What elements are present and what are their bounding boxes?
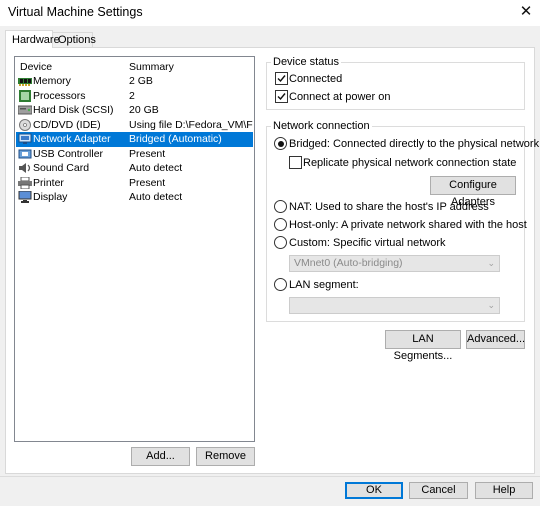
device-summary: 2 (129, 89, 135, 102)
column-header-summary[interactable]: Summary (129, 59, 174, 75)
device-name: Printer (33, 176, 64, 189)
display-icon (18, 190, 32, 203)
network-connection-title: Network connection (271, 120, 372, 132)
chevron-down-icon: ⌄ (487, 258, 495, 268)
close-icon[interactable]: ✕ (516, 2, 536, 22)
device-row-display[interactable]: Display Auto detect (16, 190, 253, 205)
device-summary: Auto detect (129, 162, 183, 174)
lan-segment-select[interactable]: ⌄ (289, 297, 500, 314)
connect-at-power-on-checkbox[interactable] (275, 90, 288, 103)
lan-segment-radio[interactable] (274, 278, 287, 291)
device-name: Sound Card (33, 162, 90, 174)
device-summary: Present (129, 176, 166, 189)
host-only-label: Host-only: A private network shared with… (289, 219, 527, 231)
configure-adapters-button[interactable]: Configure Adapters (430, 176, 516, 208)
custom-network-select-value: VMnet0 (Auto-bridging) (294, 257, 403, 269)
hard-disk-icon (17, 104, 33, 116)
nat-label: NAT: Used to share the host's IP address (289, 201, 489, 213)
add-button[interactable]: Add... (131, 447, 190, 466)
bridged-label: Bridged: Connected directly to the physi… (289, 138, 540, 150)
connect-at-power-on-label: Connect at power on (289, 91, 391, 103)
device-summary: Auto detect (129, 191, 183, 203)
device-name: Network Adapter (33, 133, 111, 145)
custom-network-select[interactable]: VMnet0 (Auto-bridging) ⌄ (289, 255, 500, 272)
device-name: Processors (33, 89, 86, 102)
nat-radio[interactable] (274, 200, 287, 213)
processor-icon (18, 89, 32, 102)
device-list[interactable]: Device Summary Memory 2 GB Processors 2 … (14, 56, 255, 442)
custom-radio[interactable] (274, 236, 287, 249)
bridged-radio[interactable] (274, 137, 287, 150)
device-summary: Bridged (Automatic) (129, 133, 222, 145)
device-row-hard-disk[interactable]: Hard Disk (SCSI) 20 GB (16, 103, 253, 118)
host-only-radio[interactable] (274, 218, 287, 231)
device-name: Display (33, 191, 68, 203)
device-row-memory[interactable]: Memory 2 GB (16, 74, 253, 89)
tab-hardware[interactable]: Hardware (5, 30, 60, 48)
device-row-usb-controller[interactable]: USB Controller Present (16, 147, 253, 162)
lan-segment-label: LAN segment: (289, 279, 359, 291)
connected-label: Connected (289, 73, 343, 85)
column-header-device[interactable]: Device (20, 59, 52, 75)
device-name: Memory (33, 75, 71, 87)
device-name: USB Controller (33, 147, 104, 160)
replicate-state-checkbox[interactable] (289, 156, 302, 169)
advanced-button[interactable]: Advanced... (466, 330, 525, 349)
remove-button[interactable]: Remove (196, 447, 255, 466)
cd-dvd-icon (18, 118, 32, 131)
check-icon (277, 75, 286, 83)
custom-label: Custom: Specific virtual network (289, 237, 446, 249)
window-title: Virtual Machine Settings (8, 5, 143, 19)
sound-card-icon (18, 162, 32, 174)
device-summary: 2 GB (129, 75, 153, 87)
ok-button[interactable]: OK (345, 482, 403, 499)
device-row-sound-card[interactable]: Sound Card Auto detect (16, 161, 253, 176)
network-adapter-icon (18, 133, 32, 145)
device-summary: Present (129, 147, 166, 160)
device-list-header: Device Summary (16, 59, 253, 75)
device-row-printer[interactable]: Printer Present (16, 176, 253, 191)
connected-checkbox[interactable] (275, 72, 288, 85)
device-row-processors[interactable]: Processors 2 (16, 89, 253, 104)
usb-icon (18, 148, 32, 160)
device-summary: 20 GB (129, 104, 159, 116)
device-summary: Using file D:\Fedora_VM\Fed... (129, 118, 253, 131)
device-name: Hard Disk (SCSI) (33, 104, 114, 116)
lan-segments-button[interactable]: LAN Segments... (385, 330, 461, 362)
memory-icon (18, 75, 32, 87)
device-row-network-adapter[interactable]: Network Adapter Bridged (Automatic) (16, 132, 253, 147)
device-row-cd-dvd[interactable]: CD/DVD (IDE) Using file D:\Fedora_VM\Fed… (16, 118, 253, 133)
chevron-down-icon: ⌄ (487, 300, 495, 310)
printer-icon (18, 176, 32, 189)
check-icon (277, 93, 286, 101)
device-name: CD/DVD (IDE) (33, 118, 101, 131)
replicate-state-label: Replicate physical network connection st… (303, 157, 517, 169)
help-button[interactable]: Help (475, 482, 533, 499)
cancel-button[interactable]: Cancel (409, 482, 468, 499)
device-status-title: Device status (271, 56, 342, 68)
